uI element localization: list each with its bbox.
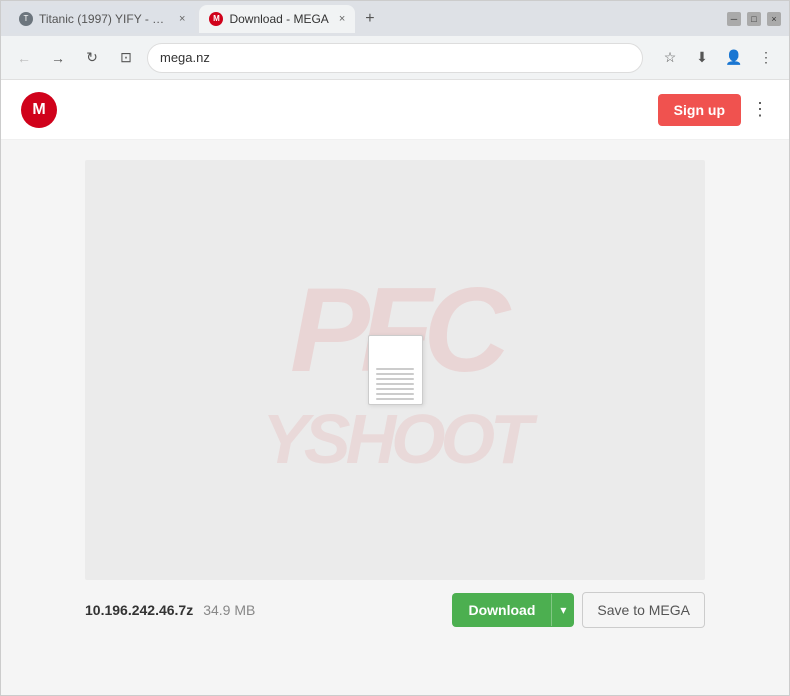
account-button[interactable]: 👤 (721, 45, 747, 71)
mega-logo: M (21, 92, 57, 128)
close-button[interactable]: × (767, 12, 781, 26)
file-line-4 (376, 383, 413, 385)
mega-header: M Sign up ⋮ (1, 80, 789, 140)
torrent-tab-title: Titanic (1997) YIFY - Download... (39, 12, 169, 26)
bottom-actions: Download ▾ Save to MEGA (452, 592, 705, 628)
file-icon-lines (376, 368, 413, 400)
window-controls: ─ □ × (727, 12, 781, 26)
main-content: PFC YSHOOT (1, 140, 789, 695)
nav-icons: ☆ ⬇ 👤 ⋮ (657, 45, 779, 71)
file-info: 10.196.242.46.7z 34.9 MB (85, 602, 255, 618)
add-tab-button[interactable]: + (365, 10, 374, 28)
signup-button[interactable]: Sign up (658, 94, 741, 126)
forward-button[interactable]: → (45, 45, 71, 71)
address-bar[interactable]: mega.nz (147, 43, 643, 73)
mega-tab-close[interactable]: × (339, 13, 345, 25)
browser-more-button[interactable]: ⋮ (753, 45, 779, 71)
file-line-6 (376, 393, 413, 395)
file-preview: PFC YSHOOT (85, 160, 705, 580)
download-button[interactable]: Download ▾ (452, 593, 574, 627)
file-line-2 (376, 373, 413, 375)
mega-favicon: M (209, 12, 223, 26)
tab-search-button[interactable]: ⊡ (113, 45, 139, 71)
file-line-3 (376, 378, 413, 380)
download-label: Download (452, 593, 551, 627)
mega-tab-title: Download - MEGA (229, 12, 328, 26)
torrent-tab-close[interactable]: × (179, 13, 185, 25)
maximize-button[interactable]: □ (747, 12, 761, 26)
mega-more-button[interactable]: ⋮ (751, 99, 769, 120)
bottom-bar: 10.196.242.46.7z 34.9 MB Download ▾ Save… (85, 592, 705, 628)
file-line-7 (376, 398, 413, 400)
file-line-5 (376, 388, 413, 390)
torrent-favicon: T (19, 12, 33, 26)
mega-header-right: Sign up ⋮ (658, 94, 769, 126)
save-to-mega-button[interactable]: Save to MEGA (582, 592, 705, 628)
file-icon (368, 335, 423, 405)
file-name: 10.196.242.46.7z (85, 602, 193, 618)
tab-mega[interactable]: M Download - MEGA × (199, 5, 355, 33)
back-button[interactable]: ← (11, 45, 37, 71)
reload-button[interactable]: ↻ (79, 45, 105, 71)
file-size: 34.9 MB (203, 602, 255, 618)
browser-window: T Titanic (1997) YIFY - Download... × M … (0, 0, 790, 696)
download-nav-button[interactable]: ⬇ (689, 45, 715, 71)
watermark-line2: YSHOOT (262, 400, 528, 478)
address-text: mega.nz (160, 50, 210, 65)
nav-bar: ← → ↻ ⊡ mega.nz ☆ ⬇ 👤 ⋮ (1, 36, 789, 80)
file-line-1 (376, 368, 413, 370)
page-content: M Sign up ⋮ PFC YSHOOT (1, 80, 789, 695)
download-arrow-icon[interactable]: ▾ (551, 594, 574, 626)
tab-torrent[interactable]: T Titanic (1997) YIFY - Download... × (9, 5, 195, 33)
minimize-button[interactable]: ─ (727, 12, 741, 26)
bookmark-button[interactable]: ☆ (657, 45, 683, 71)
title-bar: T Titanic (1997) YIFY - Download... × M … (1, 1, 789, 36)
